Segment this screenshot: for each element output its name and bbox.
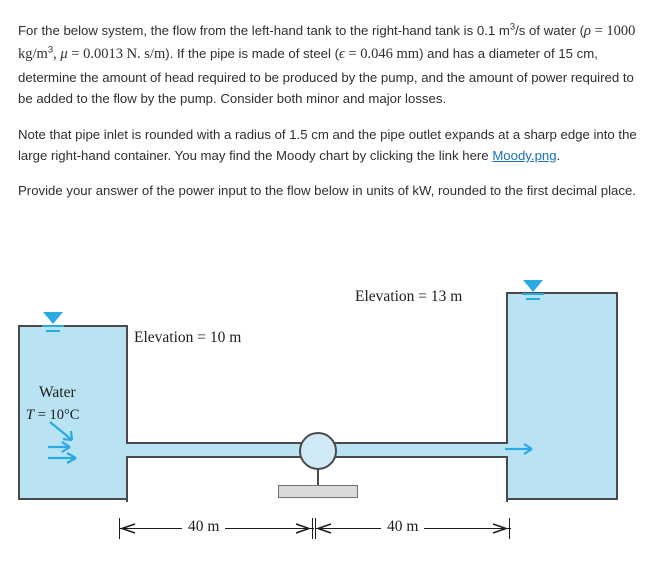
temperature-symbol: T: [26, 407, 35, 423]
outflow-arrow-icon: [504, 440, 538, 465]
fluid-label: Water: [39, 384, 76, 401]
dimension-left-span: 40 m: [119, 517, 314, 540]
mu-equation: = 0.0013 N. s/m: [67, 46, 166, 63]
dimension-left-tick-end: [312, 518, 313, 539]
free-surface-line-2: [526, 298, 540, 300]
left-tank-surface-line: [18, 325, 128, 327]
moody-chart-link[interactable]: Moody.png: [492, 148, 556, 163]
problem-page: For the below system, the flow from the …: [0, 0, 672, 564]
dimension-right-span: 40 m: [315, 517, 511, 540]
p1-part-a: For the below system, the flow from the …: [18, 23, 510, 38]
free-surface-line-1: [42, 325, 64, 327]
p2-part-b: .: [556, 148, 561, 164]
pump-stem: [317, 468, 319, 486]
p1-part-b: /s of water (: [515, 23, 585, 38]
elevation-right-label: Elevation = 13 m: [355, 288, 463, 305]
dimension-right-tick-start: [315, 518, 316, 539]
left-free-surface-icon: [40, 312, 66, 334]
inflow-arrows-svg: [48, 421, 77, 464]
free-surface-triangle-icon: [43, 312, 63, 324]
temperature-value: = 10°C: [34, 407, 80, 423]
paragraph-3: Provide your answer of the power input t…: [18, 183, 636, 199]
dimension-right-arrow-end: [492, 523, 507, 534]
dimension-left-arrow-end: [295, 523, 310, 534]
pump-symbol: [299, 432, 337, 470]
dimension-left-arrow-start: [121, 523, 136, 534]
paragraph-1: For the below system, the flow from the …: [18, 20, 648, 110]
problem-statement: For the below system, the flow from the …: [18, 20, 648, 216]
dimension-right-label: 40 m: [381, 517, 425, 536]
outflow-arrow-svg: [505, 443, 533, 455]
free-surface-line-1: [522, 293, 544, 295]
paragraph-2: Note that pipe inlet is rounded with a r…: [18, 124, 648, 167]
temperature-label: T = 10°C: [26, 406, 79, 424]
elevation-left-label: Elevation = 10 m: [134, 329, 242, 346]
mu-symbol: μ: [60, 46, 68, 63]
left-tank-inner-wall-upper: [126, 325, 128, 442]
rho-symbol: ρ: [584, 23, 591, 39]
system-diagram: Elevation = 13 m Elevation = 10 m Water …: [12, 280, 660, 552]
dimension-right-arrow-start: [317, 523, 332, 534]
right-tank-inner-wall-upper: [506, 292, 508, 442]
dimension-right-tick-end: [509, 518, 510, 539]
pump-base: [278, 485, 358, 498]
dimension-left-label: 40 m: [182, 517, 226, 536]
left-tank-inner-wall-lower: [126, 458, 128, 502]
free-surface-line-2: [46, 330, 60, 332]
dimension-left-tick-start: [119, 518, 120, 539]
right-tank-water: [506, 292, 618, 500]
epsilon-equation: = 0.046 mm: [344, 46, 420, 63]
right-free-surface-icon: [520, 280, 546, 302]
free-surface-triangle-icon: [523, 280, 543, 292]
inflow-arrows-icon: [46, 420, 90, 468]
p1-part-c: ). If the pipe is made of steel (: [165, 46, 339, 62]
